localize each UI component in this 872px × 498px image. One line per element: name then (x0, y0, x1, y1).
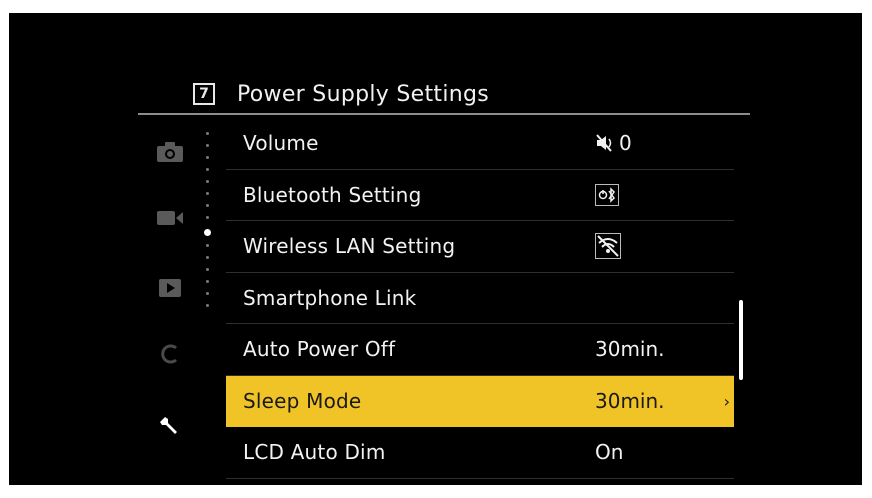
menu-item-value: 30min. (595, 388, 665, 413)
tab-setup[interactable] (150, 406, 190, 446)
volume-level: 0 (619, 131, 632, 155)
menu-item-label: Wireless LAN Setting (243, 234, 456, 258)
menu-item-sleep-mode[interactable]: Sleep Mode 30min. › (226, 375, 734, 427)
menu-item-bluetooth[interactable]: Bluetooth Setting (226, 170, 734, 221)
menu-item-label: LCD Auto Dim (243, 440, 386, 464)
menu-tab-column (150, 120, 200, 480)
menu-item-volume[interactable]: Volume 0 (226, 118, 734, 170)
page-number-badge: 7 (193, 83, 215, 105)
page-title: Power Supply Settings (237, 81, 490, 107)
tab-custom[interactable] (150, 334, 190, 374)
menu-item-label: Bluetooth Setting (243, 182, 422, 207)
chevron-right-icon: › (723, 391, 730, 411)
menu-item-lcd-auto-dim[interactable]: LCD Auto Dim On (226, 427, 734, 479)
wifi-value (595, 233, 621, 259)
playback-icon (159, 279, 181, 297)
speaker-muted-icon (596, 134, 612, 152)
custom-icon (161, 344, 177, 364)
tab-playback[interactable] (150, 268, 190, 308)
menu-item-label: Volume (243, 131, 319, 155)
bluetooth-value (595, 182, 619, 208)
menu-item-label: Smartphone Link (243, 285, 417, 310)
menu-header: 7 Power Supply Settings (193, 77, 489, 111)
menu-item-value: On (595, 440, 624, 464)
menu-item-value: 30min. (595, 337, 665, 361)
current-page-dot (204, 229, 211, 236)
settings-menu-list: Volume 0 Bluetooth Setting Wireless LAN … (226, 118, 734, 479)
bluetooth-icon (595, 183, 619, 206)
menu-item-wireless-lan[interactable]: Wireless LAN Setting (226, 221, 734, 273)
menu-item-smartphone-link[interactable]: Smartphone Link (226, 273, 734, 324)
camera-icon (157, 142, 183, 162)
wrench-icon (160, 417, 177, 434)
video-icon (157, 211, 183, 225)
wifi-off-icon (595, 233, 621, 259)
menu-item-label: Auto Power Off (243, 337, 396, 361)
page-indicator (204, 130, 212, 310)
menu-item-label: Sleep Mode (243, 388, 362, 413)
tab-camera[interactable] (150, 132, 190, 172)
header-divider (138, 113, 750, 115)
tab-video[interactable] (150, 198, 190, 238)
volume-value: 0 (595, 130, 632, 156)
menu-item-auto-power-off[interactable]: Auto Power Off 30min. (226, 324, 734, 376)
scrollbar[interactable] (739, 300, 743, 380)
